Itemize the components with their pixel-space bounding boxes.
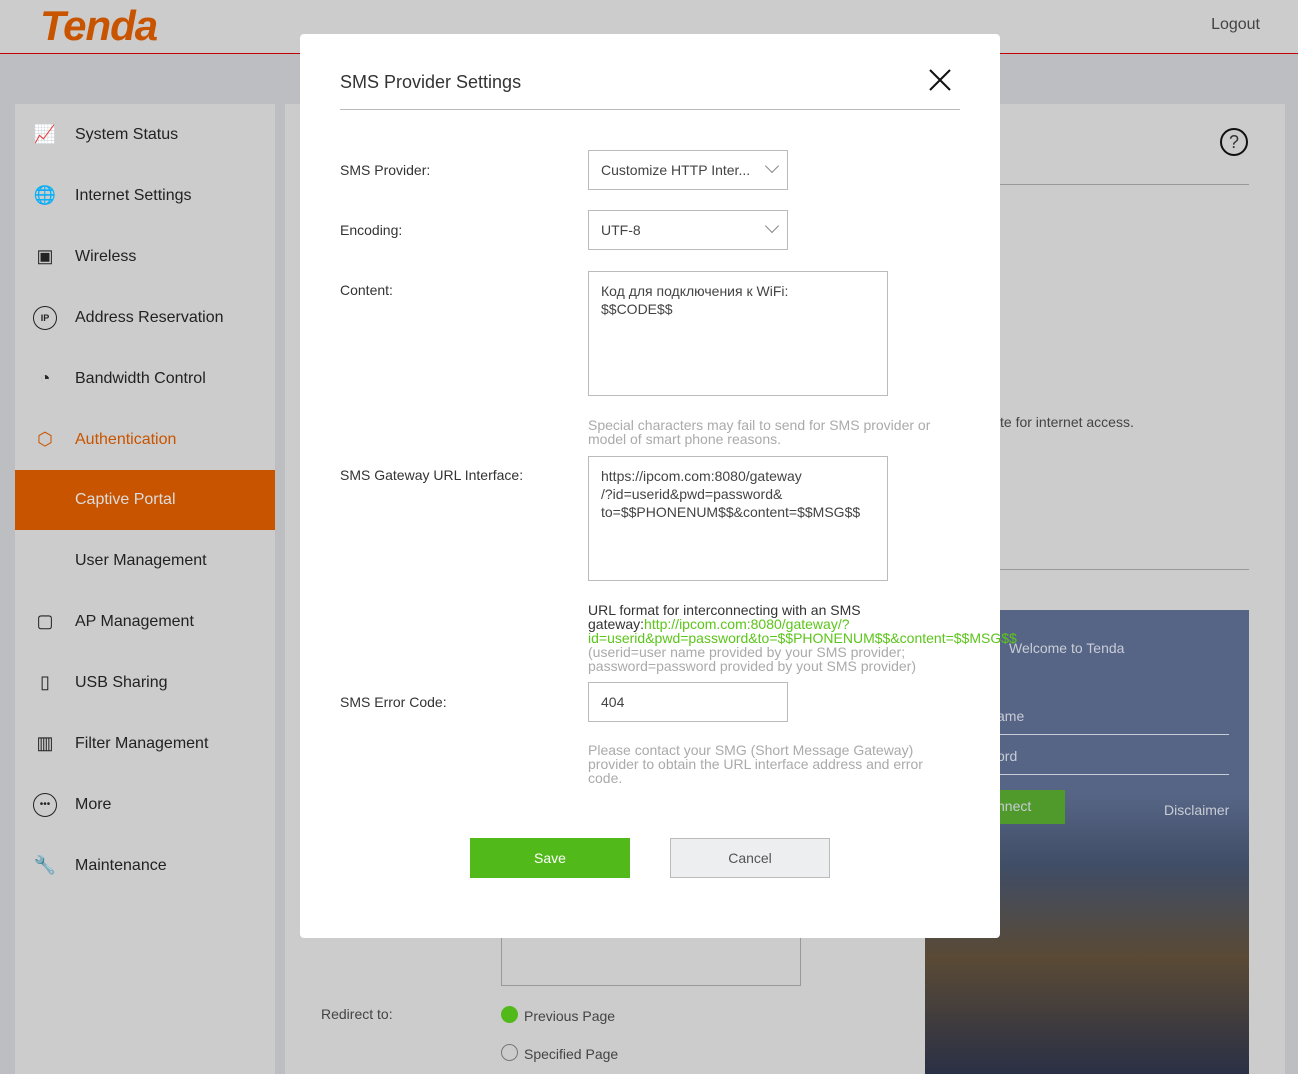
sidebar-item-system-status[interactable]: 📈 System Status <box>15 104 275 165</box>
specified-page-label: Specified Page <box>524 1046 619 1062</box>
sidebar-item-label: User Management <box>75 551 207 569</box>
sidebar-item-filter-management[interactable]: ▥ Filter Management <box>15 713 275 774</box>
sidebar-item-maintenance[interactable]: 🔧 Maintenance <box>15 835 275 896</box>
chevron-down-icon <box>764 158 780 174</box>
monitor-chart-icon: 📈 <box>33 124 57 144</box>
url-hint: URL format for interconnecting with an S… <box>588 603 1017 674</box>
encoding-select[interactable]: UTF-8 <box>588 210 788 250</box>
previous-page-label: Previous Page <box>524 1008 616 1024</box>
wrench-icon: 🔧 <box>33 855 57 875</box>
sidebar-item-label: Filter Management <box>75 734 209 752</box>
content-textarea[interactable]: Код для подключения к WiFi: $$CODE$$ <box>588 271 888 396</box>
content-label: Content: <box>340 282 393 298</box>
redirect-label: Redirect to: <box>321 1006 393 1022</box>
sidebar-item-label: System Status <box>75 125 179 143</box>
sidebar-item-more[interactable]: ••• More <box>15 774 275 835</box>
preview-password: ord <box>997 748 1018 764</box>
sidebar-item-authentication[interactable]: ⬡ Authentication <box>15 409 275 470</box>
internet-access-text: te for internet access. <box>1000 414 1134 430</box>
divider <box>1000 569 1249 570</box>
sidebar-item-label: Wireless <box>75 247 137 265</box>
provider-select[interactable]: Customize HTTP Inter... <box>588 150 788 190</box>
preview-username: ame <box>997 708 1025 724</box>
cancel-button[interactable]: Cancel <box>670 838 830 878</box>
sidebar-item-label: AP Management <box>75 612 194 630</box>
sidebar-item-internet-settings[interactable]: 🌐 Internet Settings <box>15 165 275 226</box>
encoding-label: Encoding: <box>340 222 403 238</box>
save-button[interactable]: Save <box>470 838 630 878</box>
logout-link[interactable]: Logout <box>1211 16 1260 34</box>
sidebar-item-label: Captive Portal <box>75 491 176 508</box>
sidebar-item-user-management[interactable]: User Management <box>15 530 275 591</box>
ip-icon: IP <box>33 305 57 330</box>
divider <box>340 109 960 110</box>
sidebar-item-wireless[interactable]: ▣ Wireless <box>15 226 275 287</box>
error-code-input[interactable]: 404 <box>588 682 788 722</box>
usb-icon: ▯ <box>40 672 50 692</box>
sidebar-item-ap-management[interactable]: ▢ AP Management <box>15 591 275 652</box>
provider-label: SMS Provider: <box>340 162 431 178</box>
shield-check-icon: ⬡ <box>37 429 53 449</box>
error-code-hint: Please contact your SMG (Short Message G… <box>588 742 923 786</box>
gauge-icon: ◔ <box>39 368 51 388</box>
content-hint: Special characters may fail to send for … <box>588 417 931 447</box>
radio-previous-page[interactable] <box>501 1006 518 1023</box>
sidebar-item-label: USB Sharing <box>75 673 168 691</box>
encoding-value: UTF-8 <box>601 222 641 238</box>
sidebar-item-label: Authentication <box>75 430 177 448</box>
close-icon[interactable] <box>926 66 954 94</box>
chevron-down-icon <box>764 218 780 234</box>
preview-disclaimer: Disclaimer <box>1164 802 1230 818</box>
sms-provider-dialog: SMS Provider Settings SMS Provider: Cust… <box>300 34 1017 938</box>
ap-icon: ▢ <box>36 611 54 631</box>
dialog-title: SMS Provider Settings <box>340 72 522 92</box>
radio-specified-page[interactable] <box>501 1044 518 1061</box>
filter-icon: ▥ <box>36 733 54 753</box>
sidebar-item-label: Maintenance <box>75 856 167 874</box>
sidebar: 📈 System Status 🌐 Internet Settings ▣ Wirel… <box>15 104 275 1074</box>
url-textarea[interactable]: https://ipcom.com:8080/gateway /?id=user… <box>588 456 888 581</box>
help-icon[interactable]: ? <box>1220 128 1248 156</box>
sidebar-item-label: Internet Settings <box>75 186 192 204</box>
sidebar-item-address-reservation[interactable]: IP Address Reservation <box>15 287 275 348</box>
more-icon: ••• <box>33 792 57 817</box>
globe-icon: 🌐 <box>33 185 57 205</box>
divider <box>1000 184 1249 185</box>
tenda-logo: Tenda <box>40 2 158 49</box>
sidebar-item-label: Address Reservation <box>75 308 224 326</box>
error-code-label: SMS Error Code: <box>340 694 447 710</box>
sidebar-item-usb-sharing[interactable]: ▯ USB Sharing <box>15 652 275 713</box>
provider-value: Customize HTTP Inter... <box>601 162 751 178</box>
sidebar-item-captive-portal[interactable]: Captive Portal <box>15 470 275 530</box>
url-hint-suffix: (userid=user name provided by your SMS p… <box>588 644 916 674</box>
sidebar-item-label: Bandwidth Control <box>75 369 206 387</box>
preview-welcome: Welcome to Tenda <box>1009 640 1125 656</box>
url-hint-example: http://ipcom.com:8080/gateway/?id=userid… <box>588 616 1017 646</box>
sidebar-item-label: More <box>75 795 112 813</box>
wifi-screen-icon: ▣ <box>36 246 54 266</box>
url-label: SMS Gateway URL Interface: <box>340 467 524 483</box>
sidebar-item-bandwidth-control[interactable]: ◔ Bandwidth Control <box>15 348 275 409</box>
